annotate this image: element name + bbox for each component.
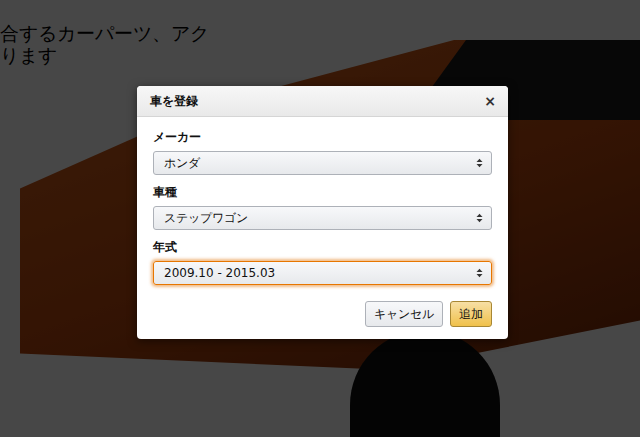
field-label: 車種: [153, 184, 492, 201]
select-value: ホンダ: [164, 155, 200, 172]
form-field: 車種ステップワゴン: [153, 184, 492, 230]
updown-arrows-icon: [476, 158, 483, 168]
dialog-button[interactable]: キャンセル: [365, 301, 443, 327]
select-value: ステップワゴン: [164, 210, 248, 227]
field-label: メーカー: [153, 129, 492, 146]
select-box[interactable]: 2009.10 - 2015.03: [153, 261, 492, 285]
field-label: 年式: [153, 239, 492, 256]
form-field: メーカーホンダ: [153, 129, 492, 175]
select-box[interactable]: ステップワゴン: [153, 206, 492, 230]
screen: 合するカーパーツ、アクります車を登録×メーカーホンダ車種ステップワゴン年式200…: [0, 0, 640, 437]
dialog-title: 車を登録: [150, 93, 198, 110]
updown-arrows-icon: [476, 213, 483, 223]
dialog-body: メーカーホンダ車種ステップワゴン年式 2009.10 - 2015.03 キャンセル…: [137, 117, 508, 339]
dialog-header: 車を登録 ×: [137, 86, 508, 117]
select-box[interactable]: ホンダ: [153, 151, 492, 175]
select-value: 2009.10 - 2015.03: [164, 266, 275, 280]
dialog-button[interactable]: 追加: [450, 301, 492, 327]
register-car-dialog: 車を登録 × メーカーホンダ車種ステップワゴン年式 2009.10 - 2015.03…: [137, 86, 508, 339]
dialog-actions: キャンセル追加: [153, 301, 492, 327]
updown-arrows-icon: [476, 268, 483, 278]
form-field: 年式 2009.10 - 2015.03: [153, 239, 492, 285]
close-button[interactable]: ×: [484, 93, 496, 109]
